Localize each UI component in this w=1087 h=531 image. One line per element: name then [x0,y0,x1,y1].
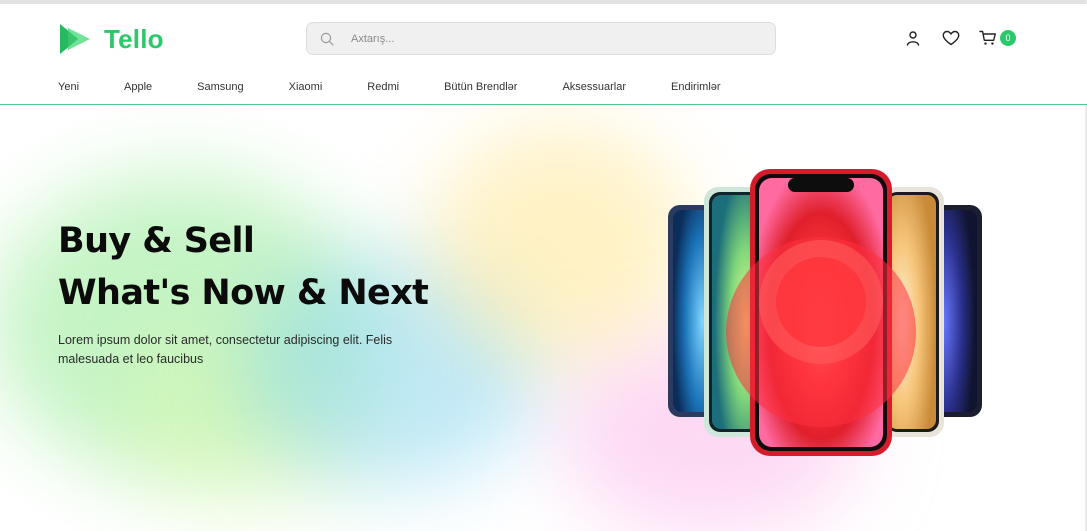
nav-item-redmi[interactable]: Redmi [367,81,399,93]
site-header: Tello 0 Yeni [0,4,1087,104]
logo-icon [60,24,90,54]
nav-item-xiaomi[interactable]: Xiaomi [289,81,323,93]
cart-count-badge: 0 [1000,30,1016,46]
phones-image [668,169,982,456]
search-input[interactable] [351,32,751,45]
hero-description: Lorem ipsum dolor sit amet, consectetur … [58,333,393,366]
logo-text: Tello [104,23,164,54]
nav-item-discounts[interactable]: Endirimlər [671,81,721,93]
heart-icon [942,30,960,46]
cart-icon [979,30,996,45]
user-icon [906,31,920,46]
account-button[interactable] [903,28,923,48]
header-actions: 0 [903,28,1016,48]
search-icon [320,32,334,46]
hero-title: Buy & Sell What's Now & Next [58,215,429,319]
hero-title-line-2: What's Now & Next [58,273,429,313]
nav-item-accessories[interactable]: Aksessuarlar [562,81,626,93]
main-nav: Yeni Apple Samsung Xiaomi Redmi Bütün Br… [58,81,721,93]
gradient-blob [430,125,690,365]
hero-banner: Buy & Sell What's Now & Next Lorem ipsum… [0,105,1085,531]
nav-item-samsung[interactable]: Samsung [197,81,243,93]
search-bar[interactable] [306,22,776,55]
nav-item-yeni[interactable]: Yeni [58,81,79,93]
hero-title-line-1: Buy & Sell [58,221,255,261]
nav-item-all-brands[interactable]: Bütün Brendlər [444,81,517,93]
wishlist-button[interactable] [941,28,961,48]
logo[interactable]: Tello [58,22,164,56]
nav-item-apple[interactable]: Apple [124,81,152,93]
cart-button[interactable]: 0 [979,30,1016,46]
